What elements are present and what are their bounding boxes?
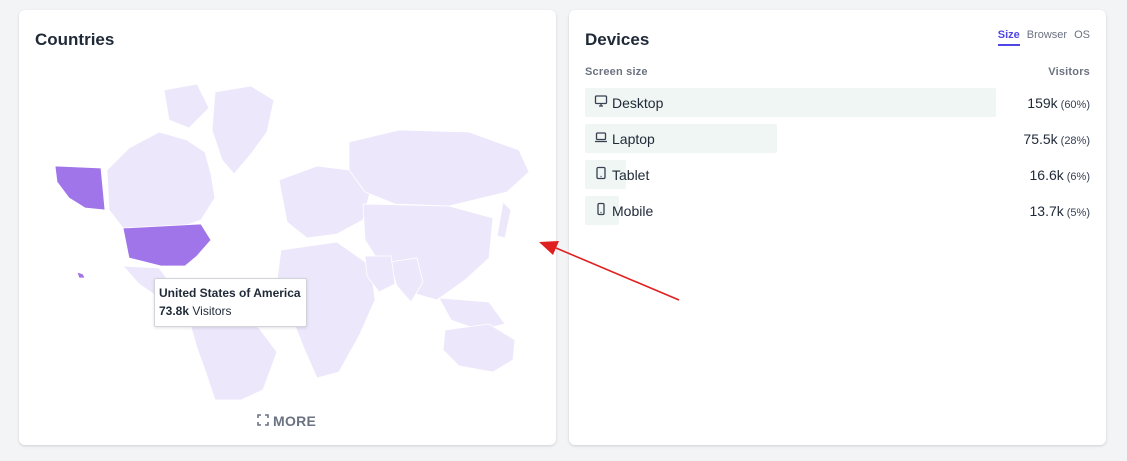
device-row-laptop[interactable]: Laptop 75.5k (28%) [585, 124, 1090, 153]
map-country-alaska [54, 165, 106, 211]
device-value: 75.5k [1023, 131, 1058, 147]
monitor-icon [594, 94, 608, 111]
tab-browser[interactable]: Browser [1027, 29, 1067, 46]
map-country-australia [442, 323, 516, 373]
tooltip-visitors: 73.8k Visitors [159, 302, 301, 320]
map-country-japan [496, 201, 512, 239]
tooltip-label: Visitors [192, 304, 232, 318]
tooltip-value: 73.8k [159, 304, 190, 318]
countries-title: Countries [35, 30, 115, 49]
tab-size[interactable]: Size [997, 29, 1020, 46]
map-country-hawaii [76, 271, 86, 279]
more-label: MORE [273, 413, 317, 429]
map-country-southeast-asia [438, 297, 506, 331]
device-percent: (6%) [1066, 171, 1090, 183]
device-value: 13.7k [1029, 203, 1064, 219]
tab-os[interactable]: OS [1074, 29, 1090, 46]
device-percent: (28%) [1060, 135, 1090, 147]
devices-tabs: Size Browser OS [997, 29, 1090, 46]
expand-icon [257, 413, 269, 429]
devices-card: Devices Size Browser OS Screen size Visi… [569, 10, 1106, 445]
world-map[interactable] [19, 70, 556, 400]
device-percent: (60%) [1060, 99, 1090, 111]
map-tooltip: United States of America 73.8k Visitors [154, 278, 307, 327]
device-label: Laptop [612, 130, 655, 147]
countries-card: Countries United States of America 73.8k… [19, 10, 556, 445]
map-country-greenland [211, 85, 275, 175]
mobile-icon [594, 202, 608, 219]
tablet-icon [594, 166, 608, 183]
map-country-arctic-islands [163, 83, 210, 129]
device-value: 16.6k [1029, 167, 1064, 183]
tooltip-country: United States of America [159, 286, 301, 300]
map-country-usa [122, 223, 212, 267]
device-label: Desktop [612, 94, 664, 111]
device-label: Mobile [612, 202, 654, 219]
device-row-tablet[interactable]: Tablet 16.6k (6%) [585, 160, 1090, 189]
laptop-icon [594, 130, 608, 147]
device-row-mobile[interactable]: Mobile 13.7k (5%) [585, 196, 1090, 225]
device-row-desktop[interactable]: Desktop 159k (60%) [585, 88, 1090, 117]
column-header-screen-size: Screen size [585, 66, 648, 78]
devices-title: Devices [585, 30, 650, 49]
device-value: 159k [1027, 95, 1058, 111]
device-label: Tablet [612, 166, 650, 183]
map-country-canada [106, 131, 216, 229]
column-header-visitors: Visitors [1048, 66, 1090, 78]
more-button[interactable]: MORE [257, 413, 316, 429]
map-country-russia [348, 129, 530, 207]
device-percent: (5%) [1066, 207, 1090, 219]
